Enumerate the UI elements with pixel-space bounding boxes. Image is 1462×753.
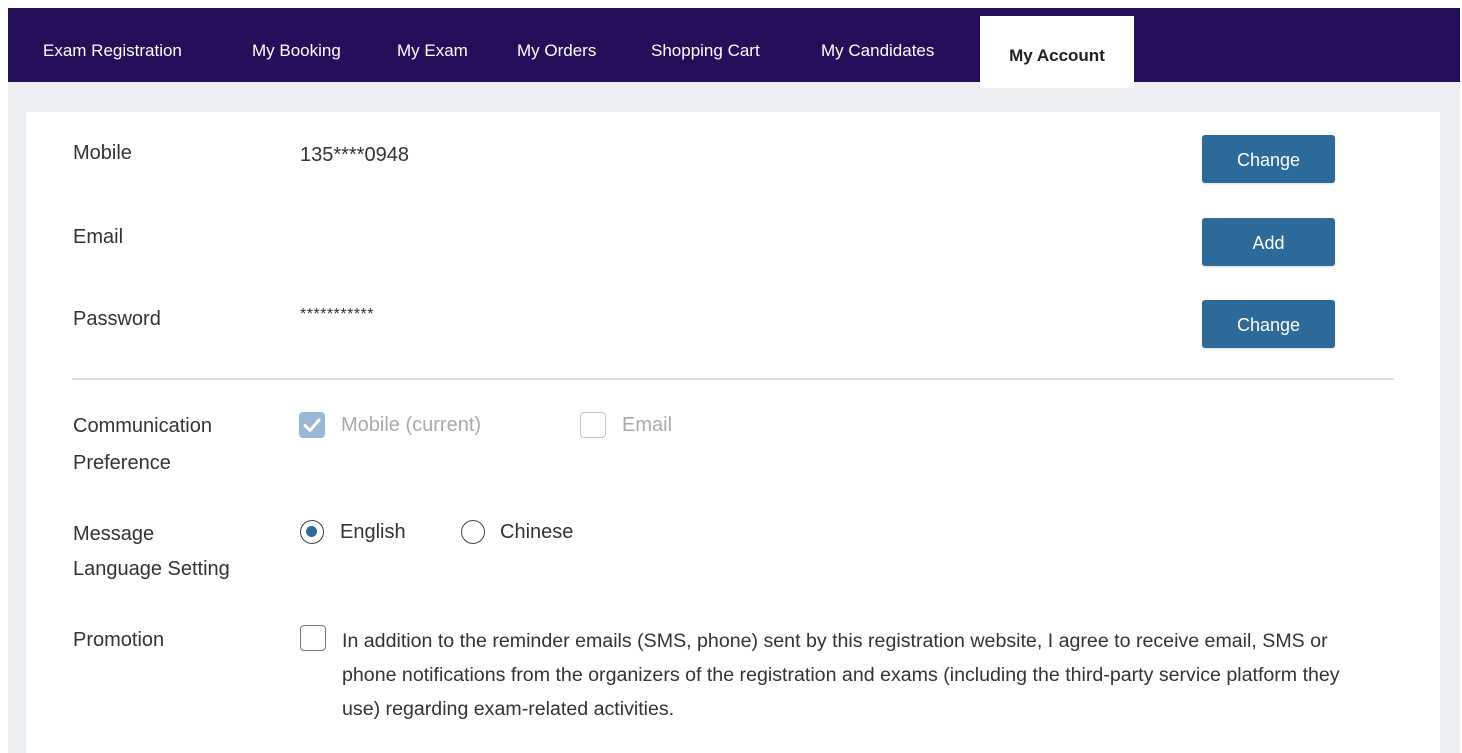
email-label: Email [73,226,124,248]
section-divider [72,378,1394,380]
password-label: Password [73,308,161,330]
tab-my-account[interactable]: My Account [980,16,1134,88]
radio-selected-dot [306,526,317,537]
tab-my-orders[interactable]: My Orders [517,16,596,82]
chinese-option-label: Chinese [500,521,574,543]
change-password-button[interactable]: Change [1202,300,1335,348]
tab-my-candidates[interactable]: My Candidates [821,16,934,82]
mobile-checkbox[interactable] [299,412,325,438]
tab-exam-registration[interactable]: Exam Registration [43,16,182,82]
add-email-button[interactable]: Add [1202,218,1335,266]
top-navigation: Exam Registration My Booking My Exam My … [8,8,1460,88]
tab-shopping-cart[interactable]: Shopping Cart [651,16,760,82]
mobile-value: 135****0948 [300,144,409,166]
tab-my-booking[interactable]: My Booking [252,16,341,82]
change-mobile-button[interactable]: Change [1202,135,1335,183]
english-option-label: English [340,521,406,543]
checkmark-icon [303,418,321,432]
communication-preference-label-line1: Communication [73,415,212,437]
chinese-radio[interactable] [461,520,485,544]
mobile-option-label: Mobile (current) [341,414,482,436]
email-option-label: Email [622,414,673,436]
promotion-label: Promotion [73,629,165,651]
language-setting-label-line2: Language Setting [73,558,230,580]
promotion-consent-text: In addition to the reminder emails (SMS,… [342,630,1340,720]
mobile-label: Mobile [73,142,132,164]
english-radio[interactable] [300,520,324,544]
email-checkbox[interactable] [580,412,606,438]
communication-preference-label-line2: Preference [73,452,171,474]
password-value: *********** [300,306,374,323]
tab-my-exam[interactable]: My Exam [397,16,468,82]
promotion-checkbox[interactable] [300,625,326,651]
language-setting-label-line1: Message [73,523,155,545]
